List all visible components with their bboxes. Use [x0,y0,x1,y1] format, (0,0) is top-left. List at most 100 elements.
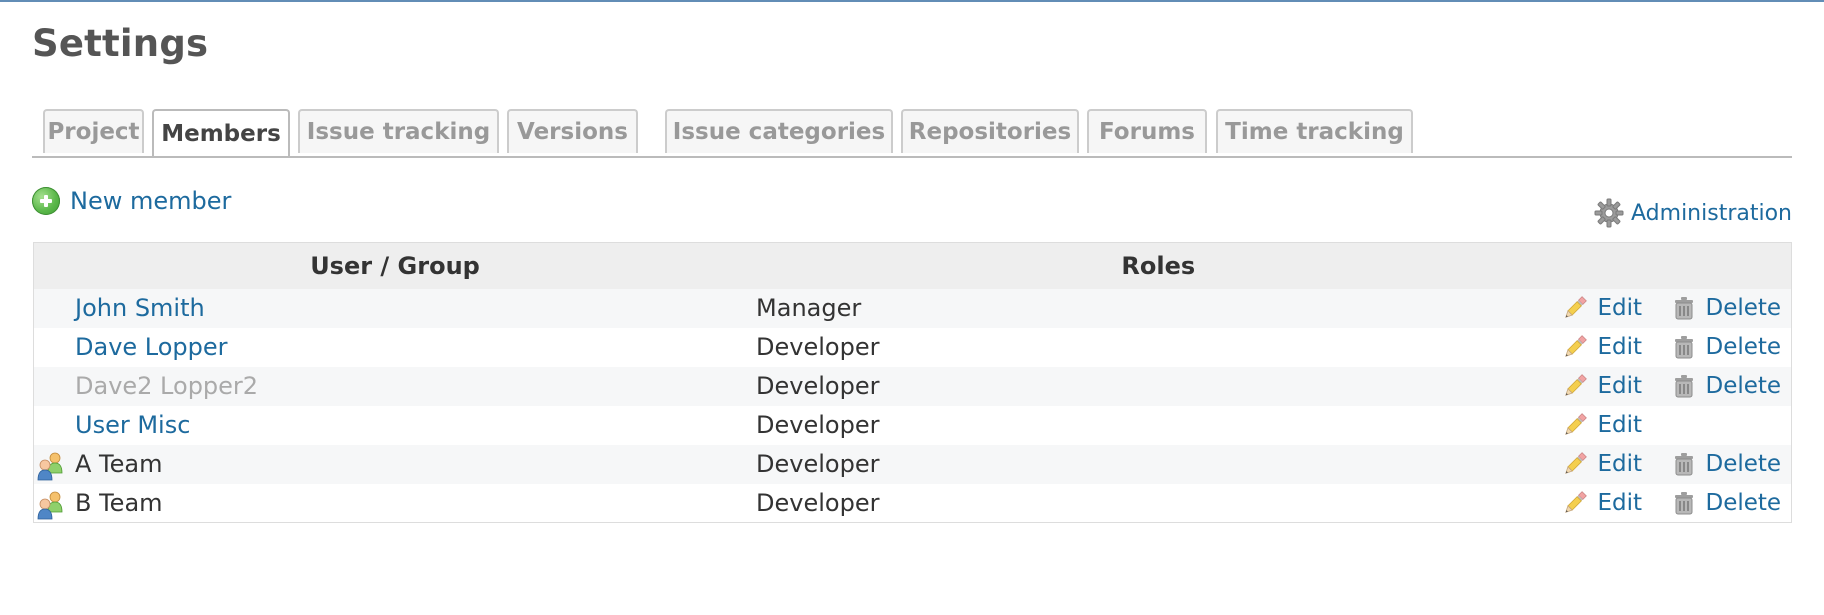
column-header-roles: Roles [1121,251,1196,280]
delete-button[interactable]: Delete [1671,295,1781,321]
administration-label: Administration [1631,200,1792,226]
edit-label: Edit [1597,373,1643,399]
tab-issue-tracking[interactable]: Issue tracking [298,109,499,153]
tab-time-tracking[interactable]: Time tracking [1216,109,1413,153]
edit-button[interactable]: Edit [1561,489,1671,517]
table-row: Dave Lopper Developer Edit Delete [33,327,1792,367]
new-member-link[interactable]: New member [32,187,231,215]
edit-label: Edit [1597,489,1643,516]
edit-label: Edit [1597,412,1643,438]
member-roles-cell: Developer [756,484,1560,523]
member-role: Developer [756,488,880,517]
edit-button[interactable]: Edit [1561,450,1671,478]
member-name-cell: User Misc [34,406,757,445]
tab-project[interactable]: Project [43,109,144,153]
edit-label: Edit [1597,295,1643,321]
member-name[interactable]: Dave2 Lopper2 [75,372,258,400]
gear-icon [1594,198,1624,228]
tab-repositories[interactable]: Repositories [901,109,1079,153]
member-name-cell: B Team [34,484,757,523]
tab-versions[interactable]: Versions [507,109,638,153]
pencil-icon [1561,411,1597,439]
tab-issue-categories[interactable]: Issue categories [665,109,893,153]
pencil-icon [1561,333,1597,361]
member-actions-cell: Edit [1560,406,1791,445]
edit-button[interactable]: Edit [1561,411,1671,439]
page-title: Settings [32,22,209,65]
member-roles-cell: Developer [756,328,1560,367]
trash-icon [1671,451,1705,477]
trash-icon [1671,490,1705,516]
member-role: Developer [756,372,880,400]
pencil-icon [1561,372,1597,400]
table-body: John Smith Manager Edit Delete Dave Lopp… [33,288,1792,523]
delete-label: Delete [1705,373,1782,399]
edit-button[interactable]: Edit [1561,333,1671,361]
edit-button[interactable]: Edit [1561,372,1671,400]
member-actions-cell: Edit Delete [1560,328,1791,367]
pencil-icon [1561,450,1597,478]
member-name-cell: John Smith [34,289,757,328]
column-header-user-group: User / Group [310,251,480,280]
table-row: John Smith Manager Edit Delete [33,288,1792,328]
trash-icon [1671,373,1705,399]
delete-button[interactable]: Delete [1671,451,1781,477]
group-icon [36,490,66,526]
table-row: B Team Developer Edit Delete [33,483,1792,523]
edit-button[interactable]: Edit [1561,294,1671,322]
table-row: User Misc Developer Edit [33,405,1792,445]
row-actions: Edit Delete [1561,294,1790,322]
member-roles-cell: Developer [756,406,1560,445]
delete-label: Delete [1705,489,1782,516]
member-name: B Team [75,488,163,517]
edit-label: Edit [1597,451,1643,477]
delete-label: Delete [1705,334,1782,360]
delete-button[interactable]: Delete [1671,334,1781,360]
pencil-icon [1561,489,1597,517]
member-role: Developer [756,411,880,439]
delete-label: Delete [1705,295,1782,321]
member-actions-cell: Edit Delete [1560,484,1791,523]
column-header-actions [1560,243,1791,289]
members-table: User / Group Roles John Smith Manager Ed… [33,242,1792,523]
edit-label: Edit [1597,334,1643,360]
delete-label: Delete [1705,451,1782,477]
delete-button[interactable]: Delete [1671,490,1781,516]
member-name[interactable]: User Misc [75,411,190,439]
member-roles-cell: Manager [756,289,1560,328]
top-border [0,0,1824,2]
member-roles-cell: Developer [756,445,1560,484]
tab-forums[interactable]: Forums [1087,109,1207,153]
row-actions: Edit [1561,411,1790,439]
table-row: Dave2 Lopper2 Developer Edit Delete [33,366,1792,406]
trash-icon [1671,334,1705,360]
member-name[interactable]: John Smith [75,294,205,322]
trash-icon [1671,295,1705,321]
row-actions: Edit Delete [1561,450,1790,478]
member-role: Manager [756,294,862,322]
row-actions: Edit Delete [1561,333,1790,361]
member-name-cell: Dave2 Lopper2 [34,367,757,406]
member-name[interactable]: Dave Lopper [75,333,228,361]
table-header-row: User / Group Roles [33,242,1792,289]
delete-button[interactable]: Delete [1671,373,1781,399]
member-role: Developer [756,450,880,478]
member-name-cell: Dave Lopper [34,328,757,367]
row-actions: Edit Delete [1561,489,1790,517]
pencil-icon [1561,294,1597,322]
row-actions: Edit Delete [1561,372,1790,400]
member-actions-cell: Edit Delete [1560,445,1791,484]
group-icon [36,451,66,487]
administration-link[interactable]: Administration [1593,197,1792,229]
add-icon [32,187,60,215]
member-actions-cell: Edit Delete [1560,367,1791,406]
tab-bar: Project Members Issue tracking Versions … [32,109,1792,158]
member-name-cell: A Team [34,445,757,484]
member-role: Developer [756,333,880,361]
member-roles-cell: Developer [756,367,1560,406]
table-row: A Team Developer Edit Delete [33,444,1792,484]
tab-members[interactable]: Members [152,109,290,156]
member-actions-cell: Edit Delete [1560,289,1791,328]
member-name: A Team [75,450,163,478]
new-member-label: New member [70,187,232,215]
